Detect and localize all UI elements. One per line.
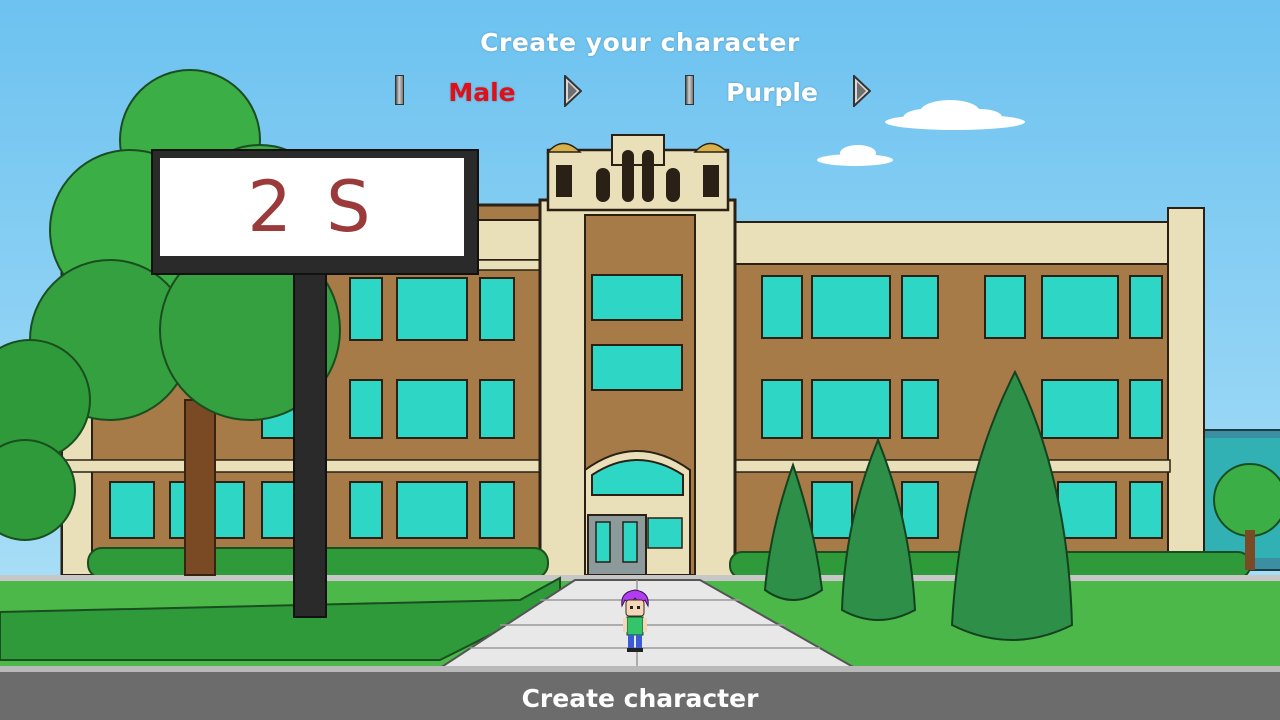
school-sign-text: 2 S [247, 166, 377, 248]
gender-prev-button[interactable] [395, 75, 404, 105]
gender-value: Male [448, 78, 516, 107]
character-preview [621, 589, 649, 652]
gender-next-button[interactable] [564, 75, 582, 107]
create-character-button[interactable]: Create character [440, 682, 840, 716]
page-title: Create your character [480, 28, 800, 57]
color-prev-button[interactable] [685, 75, 694, 105]
color-next-button[interactable] [853, 75, 871, 107]
hair-color-value: Purple [726, 78, 818, 107]
